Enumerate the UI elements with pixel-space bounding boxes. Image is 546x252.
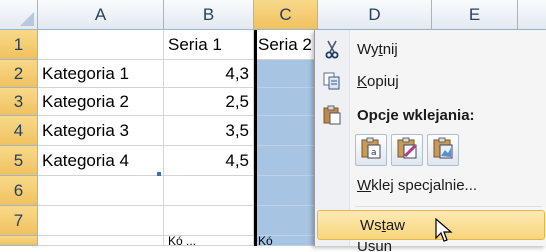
cell-b3[interactable]: 2,5 — [164, 88, 254, 116]
column-header-e[interactable]: E — [432, 0, 518, 30]
cell-c2[interactable] — [254, 60, 318, 88]
cell-b5[interactable]: 4,5 — [164, 146, 254, 176]
row-header-6[interactable]: 6 — [0, 176, 38, 206]
menu-separator — [355, 206, 542, 207]
menu-item-paste-special-label: Wklej specjalnie... — [357, 176, 478, 194]
column-header-d[interactable]: D — [318, 0, 432, 30]
row-header-4[interactable]: 4 — [0, 116, 38, 146]
cell-b7[interactable] — [164, 206, 254, 236]
cell-c8[interactable]: Kó — [254, 236, 318, 246]
menu-item-cut[interactable]: Wytnij — [315, 34, 546, 64]
cell-a3[interactable]: Kategoria 2 — [38, 88, 164, 116]
cell-a5[interactable]: Kategoria 4 — [38, 146, 164, 176]
cell-b4[interactable]: 3,5 — [164, 116, 254, 146]
paste-values-icon: a — [359, 136, 383, 165]
cell-b2[interactable]: 4,3 — [164, 60, 254, 88]
row-header-3[interactable]: 3 — [0, 88, 38, 116]
cell-a4[interactable]: Kategoria 3 — [38, 116, 164, 146]
select-all-corner[interactable] — [0, 0, 38, 30]
select-all-icon — [20, 12, 34, 26]
paste-formatting-icon — [395, 136, 419, 165]
menu-item-cut-label: Wytnij — [357, 40, 398, 58]
column-header-f[interactable] — [518, 0, 546, 30]
cell-b6[interactable] — [164, 176, 254, 206]
row-header-1[interactable]: 1 — [0, 30, 38, 60]
paste-picture-icon — [431, 136, 455, 165]
cell-b8-text: Kó ... — [168, 236, 197, 246]
column-header-c[interactable]: C — [254, 0, 318, 30]
cell-a7[interactable] — [38, 206, 164, 236]
row-header-7[interactable]: 7 — [0, 206, 38, 236]
paste-options-header: Opcje wklejania: — [315, 100, 546, 130]
context-menu: Wytnij Kopiuj Opcje wklejania: a Wklej s… — [314, 30, 546, 252]
clipboard-icon — [321, 105, 343, 125]
paste-values-button[interactable]: a — [355, 134, 387, 166]
scissors-icon — [321, 39, 343, 59]
row-header-5[interactable]: 5 — [0, 146, 38, 176]
row-header-2[interactable]: 2 — [0, 60, 38, 88]
menu-item-copy[interactable]: Kopiuj — [315, 66, 546, 96]
cell-b8[interactable]: Kó ... — [164, 236, 254, 246]
cell-a6[interactable] — [38, 176, 164, 206]
paste-options-row: a — [355, 134, 459, 168]
menu-item-insert-label: Wstaw — [360, 216, 406, 234]
cell-c5[interactable] — [254, 146, 318, 176]
menu-item-paste-special[interactable]: Wklej specjalnie... — [315, 170, 546, 200]
svg-text:a: a — [371, 148, 377, 158]
column-header-b[interactable]: B — [164, 0, 254, 30]
cell-c3[interactable] — [254, 88, 318, 116]
cell-c7[interactable] — [254, 206, 318, 236]
menu-item-insert[interactable]: Wstaw — [317, 210, 545, 240]
cell-c8-text: Kó — [258, 236, 273, 246]
cell-a2[interactable]: Kategoria 1 — [38, 60, 164, 88]
paste-picture-button[interactable] — [427, 134, 459, 166]
cell-a1[interactable] — [38, 30, 164, 60]
column-header-a[interactable]: A — [38, 0, 164, 30]
cell-c1[interactable]: Seria 2 — [254, 30, 318, 60]
cell-c4[interactable] — [254, 116, 318, 146]
menu-item-delete-label: Usuń — [357, 242, 393, 252]
menu-item-delete[interactable]: Usuń — [315, 242, 546, 252]
menu-item-copy-label: Kopiuj — [357, 72, 399, 90]
paste-formatting-button[interactable] — [391, 134, 423, 166]
cell-a8[interactable] — [38, 236, 164, 246]
cell-b1[interactable]: Seria 1 — [164, 30, 254, 60]
paste-options-label: Opcje wklejania: — [357, 106, 475, 124]
copy-icon — [321, 71, 343, 91]
cell-c6[interactable] — [254, 176, 318, 206]
fill-handle[interactable] — [157, 172, 161, 176]
mouse-cursor-icon — [434, 217, 454, 244]
row-header-8[interactable] — [0, 236, 38, 246]
